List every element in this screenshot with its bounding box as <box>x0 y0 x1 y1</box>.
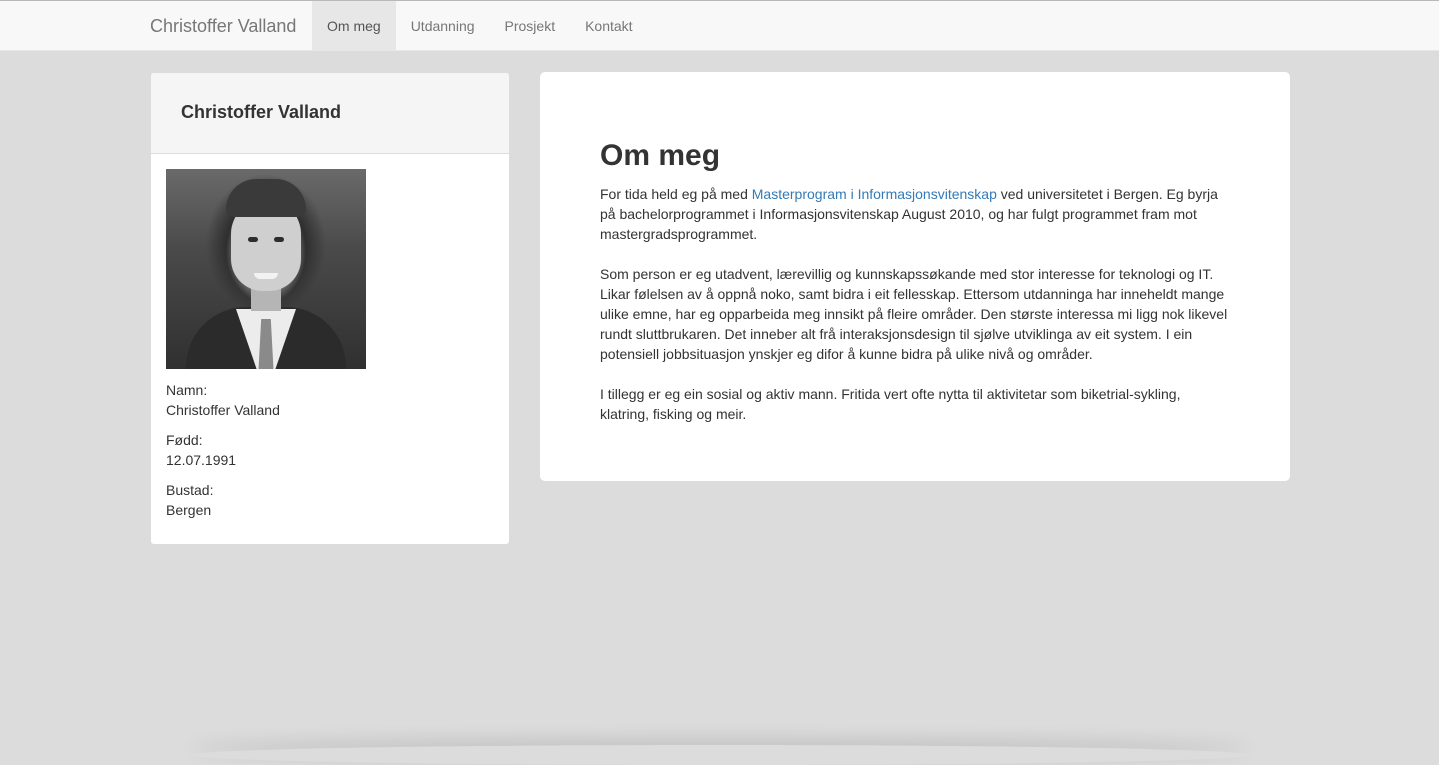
about-panel: Om meg For tida held eg på med Masterpro… <box>540 72 1290 481</box>
photo-eye-left <box>248 237 258 242</box>
profile-photo <box>166 169 366 369</box>
profile-panel: Christoffer Valland Namn: Christoffer Va… <box>151 73 509 544</box>
photo-hair-shape <box>226 179 306 217</box>
master-program-link[interactable]: Masterprogram i Informasjonsvitenskap <box>752 186 997 202</box>
info-born: Fødd: 12.07.1991 <box>166 430 280 470</box>
nav-item-prosjekt[interactable]: Prosjekt <box>490 1 571 51</box>
profile-panel-header: Christoffer Valland <box>151 73 509 154</box>
profile-info: Namn: Christoffer Valland Fødd: 12.07.19… <box>166 380 280 530</box>
photo-smile-shape <box>254 273 278 279</box>
nav-menu: Om meg Utdanning Prosjekt Kontakt <box>312 1 648 51</box>
info-name-value: Christoffer Valland <box>166 402 280 418</box>
about-heading: Om meg <box>600 139 721 172</box>
nav-item-om-meg[interactable]: Om meg <box>312 1 396 51</box>
about-paragraph-1: For tida held eg på med Masterprogram i … <box>600 184 1230 244</box>
nav-item-kontakt[interactable]: Kontakt <box>570 1 647 51</box>
profile-title: Christoffer Valland <box>181 102 342 122</box>
info-name-label: Namn: <box>166 382 208 398</box>
about-paragraph-3: I tillegg er eg ein sosial og aktiv mann… <box>600 386 1181 422</box>
photo-eye-right <box>274 237 284 242</box>
info-name: Namn: Christoffer Valland <box>166 380 280 420</box>
info-born-label: Fødd: <box>166 432 203 448</box>
info-residence-label: Bustad: <box>166 482 214 498</box>
info-residence-value: Bergen <box>166 502 212 518</box>
info-born-value: 12.07.1991 <box>166 452 237 468</box>
bottom-shadow <box>190 745 1250 765</box>
navbar-brand[interactable]: Christoffer Valland <box>150 16 296 37</box>
info-residence: Bustad: Bergen <box>166 480 280 520</box>
about-p1-intro: For tida held eg på med <box>600 186 752 202</box>
about-paragraph-2: Som person er eg utadvent, lærevillig og… <box>600 266 1228 362</box>
top-navbar: Christoffer Valland Om meg Utdanning Pro… <box>0 0 1439 51</box>
nav-item-utdanning[interactable]: Utdanning <box>396 1 490 51</box>
